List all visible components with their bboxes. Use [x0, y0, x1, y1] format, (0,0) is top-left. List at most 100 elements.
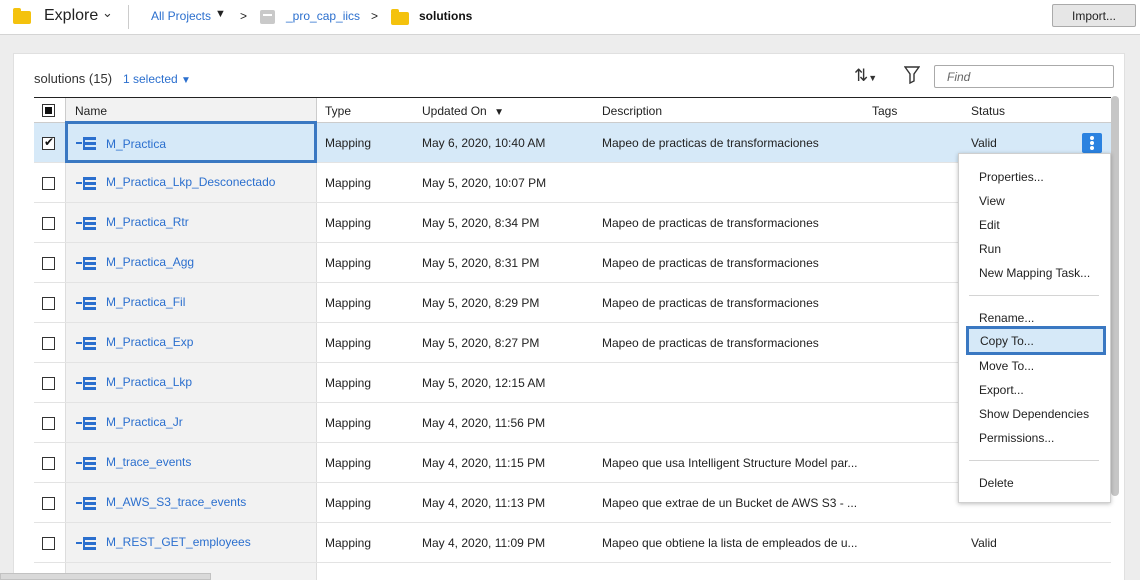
mapping-icon — [76, 177, 96, 190]
updated-cell: May 5, 2020, 8:27 PM — [422, 336, 540, 350]
table-row[interactable]: M_AWS_S3_trace_events Mapping May 4, 202… — [34, 483, 1111, 523]
mapping-icon — [76, 377, 96, 390]
asset-name-link[interactable]: M_REST_GET_employees — [106, 535, 251, 549]
table-row[interactable]: M_Practica_Fil Mapping May 5, 2020, 8:29… — [34, 283, 1111, 323]
type-cell: Mapping — [325, 336, 372, 350]
name-cell — [65, 283, 317, 322]
divider — [128, 5, 129, 29]
row-checkbox[interactable] — [42, 377, 55, 390]
updated-cell: May 5, 2020, 8:29 PM — [422, 296, 540, 310]
top-bar: Explore ⌄ All Projects ▼ > _pro_cap_iics… — [0, 0, 1140, 35]
updated-cell: May 4, 2020, 11:15 PM — [422, 456, 546, 470]
menu-item-rename[interactable]: Rename... — [979, 311, 1034, 325]
column-header-updated-on-label: Updated On — [422, 104, 487, 118]
menu-item-show-dependencies[interactable]: Show Dependencies — [979, 407, 1089, 421]
import-button[interactable]: Import... — [1052, 4, 1136, 27]
mapping-icon — [76, 497, 96, 510]
menu-item-edit[interactable]: Edit — [979, 218, 1000, 232]
menu-item-permissions[interactable]: Permissions... — [979, 431, 1054, 445]
name-cell — [65, 203, 317, 242]
table-row[interactable]: M_Practica_Lkp Mapping May 5, 2020, 12:1… — [34, 363, 1111, 403]
asset-name-link[interactable]: M_Practica_Exp — [106, 335, 193, 349]
row-checkbox[interactable] — [42, 417, 55, 430]
solutions-count: solutions (15) — [34, 71, 113, 86]
breadcrumb-separator: > — [371, 9, 379, 23]
asset-name-link[interactable]: M_Practica — [106, 137, 166, 151]
chevron-down-icon[interactable]: ⌄ — [102, 5, 113, 21]
menu-item-delete[interactable]: Delete — [979, 476, 1014, 490]
description-cell: Mapeo que obtiene la lista de empleados … — [602, 536, 858, 550]
row-checkbox[interactable] — [42, 177, 55, 190]
asset-name-link[interactable]: M_Practica_Jr — [106, 415, 183, 429]
table-row[interactable]: M_trace_events Mapping May 4, 2020, 11:1… — [34, 443, 1111, 483]
asset-name-link[interactable]: M_Practica_Lkp — [106, 375, 192, 389]
column-header-description[interactable]: Description — [602, 104, 662, 118]
asset-name-link[interactable]: M_Practica_Lkp_Desconectado — [106, 175, 275, 189]
column-header-type[interactable]: Type — [325, 104, 351, 118]
row-checkbox[interactable] — [42, 257, 55, 270]
table-row[interactable]: M_Practica_Jr Mapping May 4, 2020, 11:56… — [34, 403, 1111, 443]
row-checkbox[interactable] — [42, 135, 55, 150]
asset-name-link[interactable]: M_Practica_Fil — [106, 295, 185, 309]
menu-item-copy-to[interactable]: Copy To... — [966, 326, 1106, 355]
row-checkbox[interactable] — [42, 497, 55, 510]
caret-down-icon[interactable]: ▼ — [215, 8, 226, 20]
breadcrumb-all-projects[interactable]: All Projects — [151, 9, 211, 23]
description-cell: Mapeo que usa Intelligent Structure Mode… — [602, 456, 858, 470]
type-cell: Mapping — [325, 136, 372, 150]
menu-item-new-mapping-task[interactable]: New Mapping Task... — [979, 266, 1090, 280]
column-header-tags[interactable]: Tags — [872, 104, 897, 118]
asset-name-link[interactable]: M_Practica_Agg — [106, 255, 194, 269]
column-header-name[interactable]: Name — [75, 104, 107, 118]
description-cell: Mapeo de practicas de transformaciones — [602, 296, 819, 310]
table-row[interactable]: M_Practica Mapping May 6, 2020, 10:40 AM… — [34, 121, 1111, 163]
table-row[interactable]: M_Practica_Lkp_Desconectado Mapping May … — [34, 163, 1111, 203]
mapping-icon — [76, 137, 96, 150]
row-context-menu: Properties... View Edit Run New Mapping … — [958, 153, 1111, 503]
horizontal-scrollbar[interactable] — [0, 573, 211, 580]
table-row[interactable]: M_Practica_Rtr Mapping May 5, 2020, 8:34… — [34, 203, 1111, 243]
folder-icon — [13, 8, 31, 24]
sort-icon[interactable]: ⇅▼ — [854, 66, 877, 86]
mapping-icon — [76, 417, 96, 430]
table-row[interactable]: M_Practica_Exp Mapping May 5, 2020, 8:27… — [34, 323, 1111, 363]
description-cell: Mapeo de practicas de transformaciones — [602, 216, 819, 230]
name-cell — [65, 403, 317, 442]
row-checkbox[interactable] — [42, 217, 55, 230]
table-header: Name Type Updated On ▼ Description Tags … — [34, 97, 1111, 123]
asset-name-link[interactable]: M_trace_events — [106, 455, 191, 469]
column-header-status[interactable]: Status — [971, 104, 1005, 118]
breadcrumb-current-folder: solutions — [419, 9, 473, 23]
filter-icon[interactable] — [903, 66, 921, 89]
find-input[interactable] — [934, 65, 1114, 88]
selected-count-dropdown[interactable]: 1 selected ▼ — [123, 72, 191, 86]
row-checkbox[interactable] — [42, 457, 55, 470]
explore-menu-label[interactable]: Explore — [44, 7, 98, 25]
type-cell: Mapping — [325, 496, 372, 510]
row-checkbox[interactable] — [42, 297, 55, 310]
vertical-scrollbar[interactable] — [1111, 96, 1119, 496]
menu-item-run[interactable]: Run — [979, 242, 1001, 256]
menu-item-export[interactable]: Export... — [979, 383, 1024, 397]
selected-count-label: 1 selected — [123, 72, 178, 86]
column-header-updated-on[interactable]: Updated On ▼ — [422, 104, 504, 118]
table-row[interactable]: M_REST_GET_employees Mapping May 4, 2020… — [34, 523, 1111, 563]
updated-cell: May 5, 2020, 8:34 PM — [422, 216, 540, 230]
project-icon — [260, 10, 275, 24]
select-all-checkbox[interactable] — [42, 104, 55, 117]
row-actions-kebab-icon[interactable] — [1082, 133, 1102, 153]
table-row[interactable]: M_Practica_Agg Mapping May 5, 2020, 8:31… — [34, 243, 1111, 283]
row-checkbox[interactable] — [42, 537, 55, 550]
menu-divider — [969, 295, 1099, 296]
asset-name-link[interactable]: M_Practica_Rtr — [106, 215, 189, 229]
menu-item-properties[interactable]: Properties... — [979, 170, 1044, 184]
type-cell: Mapping — [325, 176, 372, 190]
menu-item-view[interactable]: View — [979, 194, 1005, 208]
breadcrumb-project[interactable]: _pro_cap_iics — [286, 9, 360, 23]
menu-item-move-to[interactable]: Move To... — [979, 359, 1034, 373]
type-cell: Mapping — [325, 296, 372, 310]
asset-name-link[interactable]: M_AWS_S3_trace_events — [106, 495, 246, 509]
row-checkbox[interactable] — [42, 337, 55, 350]
mapping-icon — [76, 457, 96, 470]
updated-cell: May 4, 2020, 11:09 PM — [422, 536, 546, 550]
